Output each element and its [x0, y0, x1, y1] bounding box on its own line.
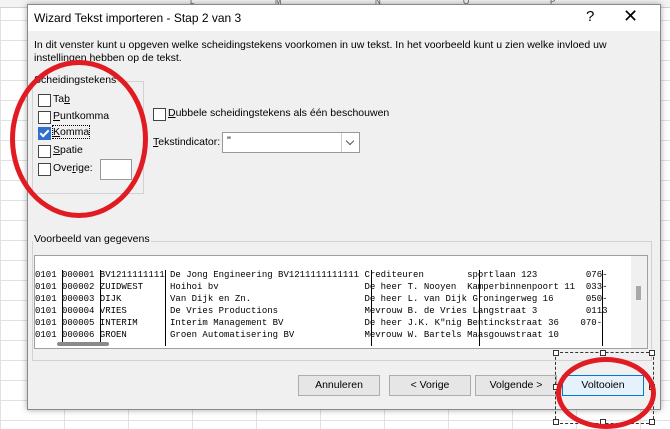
annotation-circle-finish — [556, 357, 656, 429]
text-qualifier-select[interactable]: " — [222, 132, 360, 153]
dialog-title: Wizard Tekst importeren - Stap 2 van 3 — [34, 11, 242, 25]
data-preview: 0101 000001 BV1211111111 De Jong Enginee… — [34, 255, 648, 349]
help-button[interactable]: ? — [586, 8, 594, 25]
close-button[interactable]: ✕ — [623, 6, 638, 27]
text-import-wizard-dialog: Wizard Tekst importeren - Stap 2 van 3 ?… — [27, 4, 661, 410]
resize-handle[interactable] — [600, 350, 606, 356]
preview-row: 0101 000001 BV1211111111 De Jong Enginee… — [35, 270, 608, 280]
horizontal-scroll-thumb[interactable] — [57, 342, 109, 346]
text-qualifier-value: " — [227, 135, 231, 147]
preview-vertical-scrollbar[interactable] — [631, 256, 647, 348]
preview-row: 0101 000002 ZUIDWEST Hoihoi bv De heer T… — [35, 282, 608, 292]
dialog-titlebar: Wizard Tekst importeren - Stap 2 van 3 ?… — [28, 5, 660, 31]
vertical-scroll-thumb[interactable] — [636, 286, 641, 300]
consecutive-delimiters-checkbox[interactable] — [153, 108, 166, 121]
resize-handle[interactable] — [553, 419, 559, 425]
resize-handle[interactable] — [649, 419, 655, 425]
annotation-circle-delimiters — [10, 60, 148, 218]
preview-row: 0101 000005 INTERIM Interim Management B… — [35, 318, 603, 328]
resize-handle[interactable] — [649, 350, 655, 356]
resize-handle[interactable] — [553, 350, 559, 356]
column-divider — [165, 270, 166, 346]
preview-group-label: Voorbeeld van gegevens — [33, 233, 151, 245]
column-divider — [479, 270, 480, 346]
column-divider — [62, 270, 63, 346]
intro-text: In dit venster kunt u opgeven welke sche… — [34, 39, 607, 64]
preview-row: 0101 000003 DIJK Van Dijk en Zn. De heer… — [35, 294, 608, 304]
column-divider — [602, 270, 603, 346]
preview-row: 0101 000004 VRIES De Vries Productions M… — [35, 306, 608, 316]
column-divider — [100, 270, 101, 346]
cancel-button[interactable]: Annuleren — [298, 375, 380, 396]
back-button[interactable]: < Vorige — [389, 375, 471, 396]
text-qualifier-label: Tekstindicator: — [153, 136, 221, 148]
chevron-down-icon[interactable] — [341, 133, 359, 152]
column-divider — [371, 270, 372, 346]
consecutive-delimiters-label[interactable]: Dubbele scheidingstekens als één beschou… — [168, 107, 389, 119]
preview-row: 0101 000006 GROEN Groen Automatisering B… — [35, 330, 586, 340]
next-button[interactable]: Volgende > — [475, 375, 557, 396]
